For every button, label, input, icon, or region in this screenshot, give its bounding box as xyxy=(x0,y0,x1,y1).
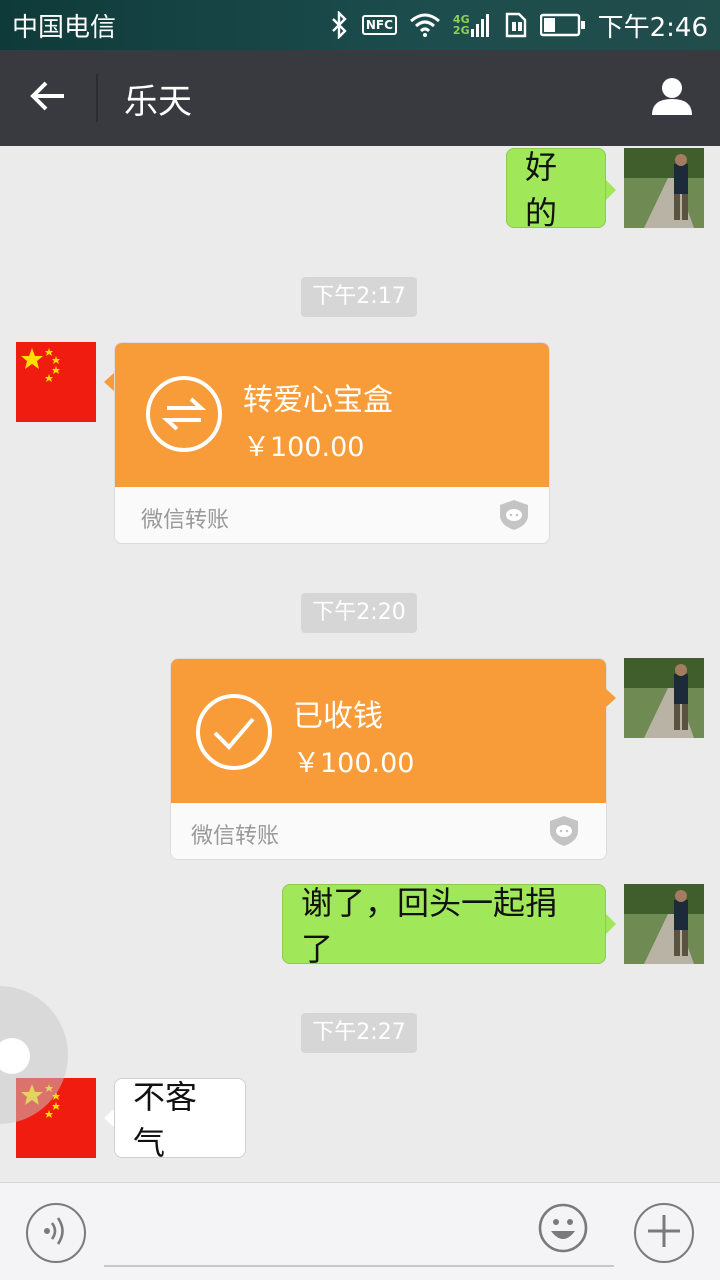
wifi-icon xyxy=(409,13,441,37)
battery-icon xyxy=(539,13,586,37)
transfer-card-confirmed[interactable]: 已收钱 ￥100.00 微信转账 xyxy=(170,658,607,860)
message-text: 谢了，回头一起捐了 xyxy=(301,884,558,968)
transfer-amount: ￥100.00 xyxy=(293,748,415,779)
bubble-tail xyxy=(605,688,616,708)
back-arrow-icon xyxy=(30,80,66,116)
carrier-name: 中国电信 xyxy=(12,12,117,43)
nfc-icon: NFC xyxy=(361,15,397,35)
transfer-card-footer: 微信转账 xyxy=(171,803,606,859)
message-bubble-sent[interactable]: 谢了，回头一起捐了 xyxy=(282,884,606,968)
bubble-tail xyxy=(606,914,616,934)
chat-header: 乐天 xyxy=(0,50,720,146)
signal-icon: 4G 2G xyxy=(453,11,492,39)
back-button[interactable] xyxy=(0,50,96,146)
transfer-card-footer: 微信转账 xyxy=(115,487,549,543)
check-circle-icon xyxy=(195,693,273,775)
transfer-footer-label: 微信转账 xyxy=(141,508,230,533)
floating-assist-dot xyxy=(0,1038,30,1074)
transfer-card-header: 转爱心宝盒 ￥100.00 xyxy=(115,343,549,487)
wechat-shield-icon xyxy=(499,499,529,535)
bubble-tail xyxy=(606,180,616,200)
clock: 下午2:46 xyxy=(597,12,708,43)
emoji-icon xyxy=(538,1203,588,1257)
chat-area[interactable]: 好的 下午2:17 转爱心宝盒 ￥100.00 微信转账 下午2:20 已收钱 … xyxy=(0,146,720,1182)
plus-icon xyxy=(646,1213,682,1253)
message-bubble-sent[interactable]: 好的 xyxy=(506,148,606,232)
person-icon xyxy=(651,76,693,120)
friend-avatar[interactable] xyxy=(16,342,96,422)
message-text: 不客气 xyxy=(133,1078,198,1162)
header-divider xyxy=(96,74,98,122)
transfer-title: 已收钱 xyxy=(293,699,383,734)
transfer-title: 转爱心宝盒 xyxy=(243,383,393,418)
more-button[interactable] xyxy=(634,1203,694,1263)
network-2g-label: 2G xyxy=(452,24,470,37)
message-text: 好的 xyxy=(525,148,558,232)
my-avatar[interactable] xyxy=(624,658,704,738)
my-avatar[interactable] xyxy=(624,884,704,964)
emoji-button[interactable] xyxy=(538,1203,588,1257)
timestamp: 下午2:17 xyxy=(301,277,417,317)
message-bubble-received[interactable]: 不客气 xyxy=(114,1078,246,1162)
chat-title: 乐天 xyxy=(124,81,192,122)
status-bar: 中国电信 NFC 4G 2G 下午2:46 xyxy=(0,0,720,50)
transfer-card-received[interactable]: 转爱心宝盒 ￥100.00 微信转账 xyxy=(114,342,550,544)
bluetooth-icon xyxy=(330,11,350,39)
transfer-amount: ￥100.00 xyxy=(243,432,365,463)
profile-button[interactable] xyxy=(624,50,720,146)
transfer-arrows-icon xyxy=(145,375,223,457)
voice-icon xyxy=(39,1214,73,1252)
sim-icon xyxy=(504,12,528,38)
transfer-card-header: 已收钱 ￥100.00 xyxy=(171,659,606,803)
transfer-footer-label: 微信转账 xyxy=(191,824,280,849)
timestamp: 下午2:27 xyxy=(301,1013,417,1053)
my-avatar[interactable] xyxy=(624,148,704,228)
input-bar xyxy=(0,1182,720,1280)
voice-button[interactable] xyxy=(26,1203,86,1263)
timestamp: 下午2:20 xyxy=(301,593,417,633)
wechat-shield-icon xyxy=(549,815,579,851)
